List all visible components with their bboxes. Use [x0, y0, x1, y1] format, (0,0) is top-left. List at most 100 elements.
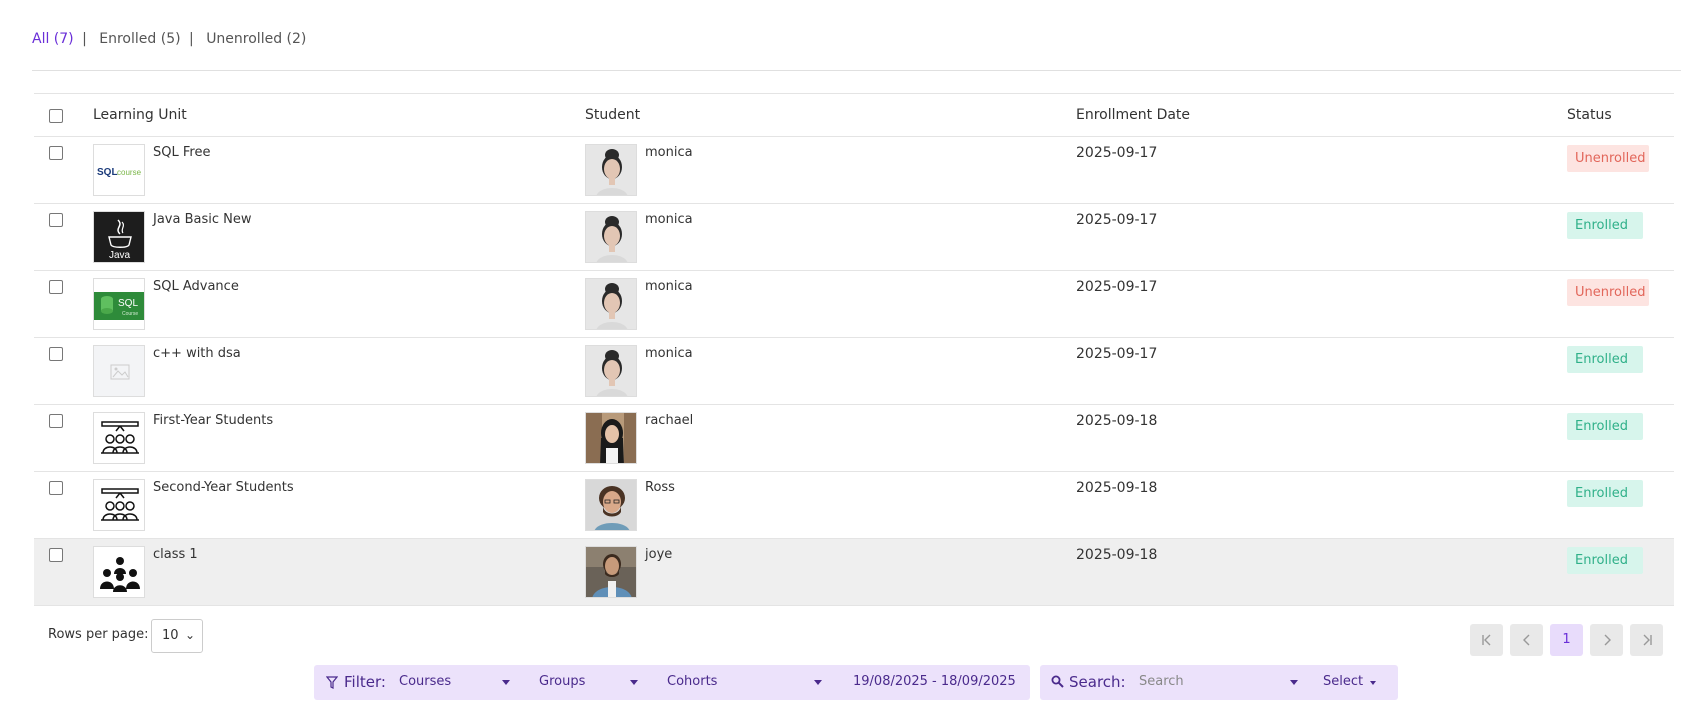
table-row[interactable]: Second-Year Students Ross 2025-09-18 Enr…: [34, 472, 1674, 539]
search-icon: [1051, 675, 1064, 692]
rows-per-page-value: 10: [162, 628, 179, 643]
row-checkbox[interactable]: [49, 213, 63, 227]
row-checkbox[interactable]: [49, 146, 63, 160]
cohorts-dropdown[interactable]: Cohorts: [667, 674, 717, 689]
first-page-icon: [1481, 634, 1490, 646]
page-number-button[interactable]: 1: [1550, 624, 1583, 656]
table-row[interactable]: Java Java Basic New monica 2025-09-17 En…: [34, 204, 1674, 271]
group-icon: [93, 412, 145, 464]
next-page-button[interactable]: [1590, 624, 1623, 656]
chevron-right-icon: [1604, 634, 1611, 646]
caret-down-icon: [1290, 680, 1298, 685]
header-learning-unit[interactable]: Learning Unit: [93, 107, 187, 123]
enrollment-date: 2025-09-18: [1076, 480, 1158, 496]
avatar: [585, 211, 637, 263]
chevron-left-icon: [1522, 634, 1529, 646]
table-row[interactable]: First-Year Students rachael 2025-09-18 E…: [34, 405, 1674, 472]
student-name[interactable]: monica: [645, 145, 693, 160]
row-checkbox[interactable]: [49, 347, 63, 361]
student-name[interactable]: monica: [645, 279, 693, 294]
enrollment-date: 2025-09-17: [1076, 212, 1158, 228]
student-name[interactable]: monica: [645, 212, 693, 227]
rows-per-page-select[interactable]: 10 ⌄: [151, 619, 203, 653]
table-row[interactable]: SQL Course SQL Advance monica 2025-09-17 …: [34, 271, 1674, 338]
status-badge: Enrolled: [1567, 346, 1643, 373]
row-checkbox[interactable]: [49, 280, 63, 294]
filter-bar: Filter: Courses Groups Cohorts 19/08/202…: [314, 665, 1030, 700]
image-placeholder-icon: [93, 345, 145, 397]
first-page-button[interactable]: [1470, 624, 1503, 656]
tab-unenrolled[interactable]: Unenrolled (2): [206, 31, 306, 47]
row-checkbox[interactable]: [49, 548, 63, 562]
row-checkbox[interactable]: [49, 414, 63, 428]
student-name[interactable]: joye: [645, 547, 672, 562]
table-row[interactable]: SQL course SQL Free monica 2025-09-17 Une…: [34, 137, 1674, 204]
search-input[interactable]: Search: [1139, 674, 1184, 689]
status-badge: Enrolled: [1567, 212, 1643, 239]
avatar: [585, 278, 637, 330]
caret-down-icon: [502, 680, 510, 685]
select-all-checkbox[interactable]: [49, 109, 63, 123]
select-dropdown[interactable]: Select: [1323, 674, 1363, 689]
rows-per-page-label: Rows per page:: [48, 627, 149, 642]
avatar: [585, 546, 637, 598]
table-row[interactable]: c++ with dsa monica 2025-09-17 Enrolled: [34, 338, 1674, 405]
previous-page-button[interactable]: [1510, 624, 1543, 656]
status-badge: Unenrolled: [1567, 145, 1649, 172]
learning-unit-name[interactable]: SQL Advance: [153, 279, 239, 294]
avatar: [585, 412, 637, 464]
groups-dropdown[interactable]: Groups: [539, 674, 585, 689]
enrollment-table: Learning Unit Student Enrollment Date St…: [34, 93, 1674, 606]
learning-unit-name[interactable]: class 1: [153, 547, 198, 562]
learning-unit-name[interactable]: SQL Free: [153, 145, 210, 160]
tab-enrolled[interactable]: Enrolled (5): [99, 31, 180, 47]
svg-text:Java: Java: [109, 250, 131, 261]
row-checkbox[interactable]: [49, 481, 63, 495]
filter-icon: [325, 676, 339, 693]
learning-unit-name[interactable]: c++ with dsa: [153, 346, 241, 361]
avatar: [585, 479, 637, 531]
date-range-input[interactable]: 19/08/2025 - 18/09/2025: [853, 674, 1016, 689]
status-badge: Enrolled: [1567, 413, 1643, 440]
student-name[interactable]: rachael: [645, 413, 693, 428]
caret-down-icon: [814, 680, 822, 685]
svg-text:SQL: SQL: [97, 167, 118, 178]
tab-separator: |: [189, 31, 194, 47]
last-page-icon: [1643, 634, 1652, 646]
caret-down-icon: [1370, 681, 1376, 685]
courses-dropdown[interactable]: Courses: [399, 674, 451, 689]
status-tabs: All (7) | Enrolled (5) | Unenrolled (2): [32, 31, 306, 47]
tab-separator: |: [82, 31, 87, 47]
status-badge: Enrolled: [1567, 480, 1643, 507]
filter-label: Filter:: [344, 673, 386, 691]
search-bar: Search: Search Select: [1040, 665, 1398, 700]
sql-course-logo-icon: SQL course: [93, 144, 145, 196]
svg-text:SQL: SQL: [118, 298, 138, 309]
search-label: Search:: [1069, 673, 1126, 691]
status-badge: Unenrolled: [1567, 279, 1649, 306]
student-name[interactable]: Ross: [645, 480, 675, 495]
java-logo-icon: Java: [93, 211, 145, 263]
learning-unit-name[interactable]: Java Basic New: [153, 212, 252, 227]
last-page-button[interactable]: [1630, 624, 1663, 656]
svg-text:course: course: [117, 168, 142, 177]
caret-down-icon: [630, 680, 638, 685]
tab-all[interactable]: All (7): [32, 31, 74, 47]
avatar: [585, 345, 637, 397]
header-status[interactable]: Status: [1567, 107, 1612, 123]
table-header: Learning Unit Student Enrollment Date St…: [34, 94, 1674, 137]
header-enrollment-date[interactable]: Enrollment Date: [1076, 107, 1190, 123]
learning-unit-name[interactable]: First-Year Students: [153, 413, 273, 428]
learning-unit-name[interactable]: Second-Year Students: [153, 480, 294, 495]
avatar: [585, 144, 637, 196]
enrollment-date: 2025-09-17: [1076, 145, 1158, 161]
enrollment-date: 2025-09-18: [1076, 413, 1158, 429]
enrollment-date: 2025-09-17: [1076, 279, 1158, 295]
table-row[interactable]: class 1 joye 2025-09-18 Enrolled: [34, 539, 1674, 606]
svg-text:Course: Course: [122, 311, 138, 317]
status-badge: Enrolled: [1567, 547, 1643, 574]
header-student[interactable]: Student: [585, 107, 640, 123]
student-name[interactable]: monica: [645, 346, 693, 361]
group-icon: [93, 479, 145, 531]
enrollment-date: 2025-09-18: [1076, 547, 1158, 563]
